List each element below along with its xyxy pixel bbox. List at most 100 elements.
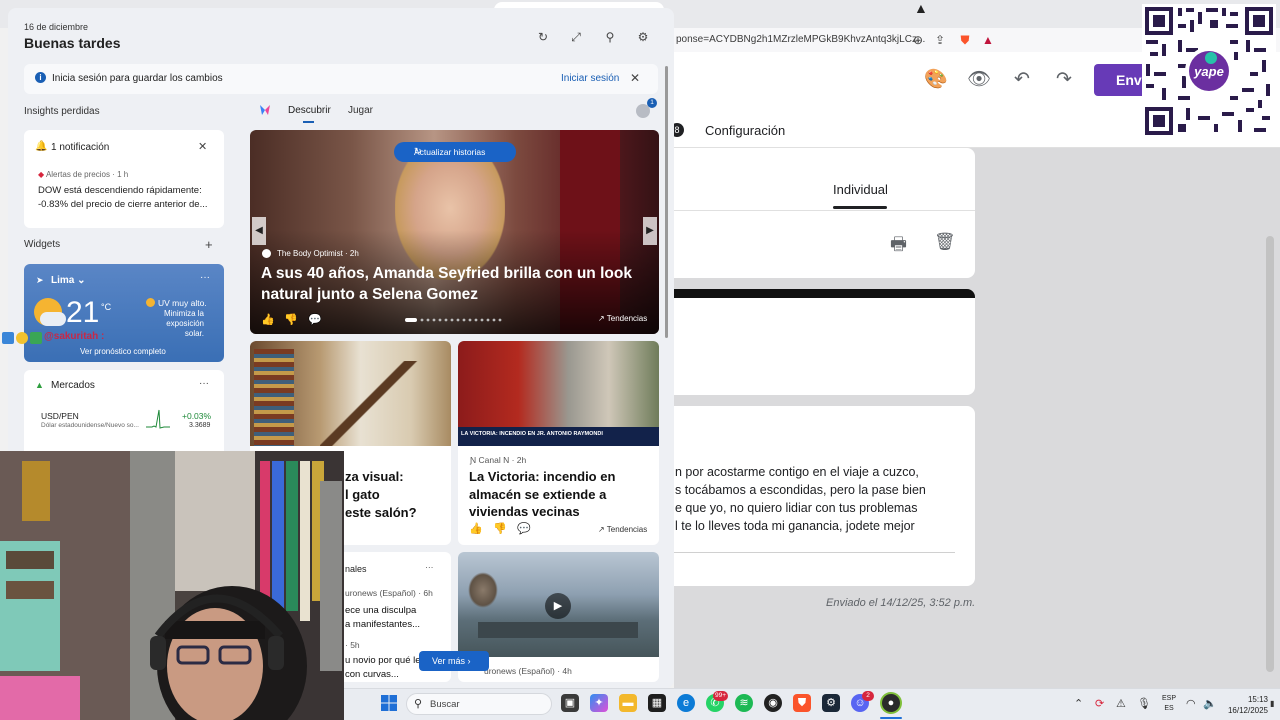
more-options-icon[interactable]: ··· (200, 272, 210, 283)
hero-source: The Body Optimist · 2h (277, 249, 359, 258)
insights-label: Insights perdidas (24, 106, 100, 117)
tray-chevron-icon[interactable]: ⌃ (1074, 697, 1083, 710)
staircase-shape (320, 361, 420, 446)
answer-underline (674, 552, 955, 553)
spotify-icon[interactable]: ≋ (735, 694, 753, 712)
zoom-icon[interactable]: ⊕ (910, 32, 926, 48)
tv-banner-text: LA VICTORIA: INCENDIO EN JR. ANTONIO RAY… (461, 431, 603, 437)
news-item-line[interactable]: con curvas... (345, 669, 399, 680)
share-icon[interactable]: ⇪ (932, 32, 948, 48)
carousel-prev-button[interactable]: ◀ (252, 217, 266, 245)
delete-icon[interactable]: 🗑 (934, 232, 956, 252)
notification-source-text: Alertas de precios · 1 h (45, 170, 129, 179)
news-item-line[interactable]: a manifestantes... (345, 619, 420, 630)
uv-sun-icon (146, 298, 155, 307)
webcam-overlay (0, 451, 344, 720)
news-title[interactable]: La Victoria: incendio en almacén se exti… (469, 468, 645, 521)
print-icon[interactable]: 🖶 (890, 232, 907, 262)
tab-discover[interactable]: Descubrir (288, 105, 331, 116)
avatar-badge: 1 (647, 98, 657, 108)
weather-location[interactable]: Lima ⌄ (51, 275, 86, 286)
palette-icon[interactable]: 🎨 (924, 68, 948, 92)
close-icon[interactable]: ✕ (630, 71, 640, 85)
stream-overlay-tag: @sakuritah : (2, 331, 152, 345)
chart-trend-icon: ▲ (35, 380, 44, 390)
carousel-next-button[interactable]: ▶ (643, 217, 657, 245)
edge-icon[interactable]: e (677, 694, 695, 712)
panel-scrollbar[interactable] (665, 66, 668, 338)
url-text[interactable]: ponse=ACYDBNg2h1MZrzleMPGkB9KhvzAntq3kjL… (676, 34, 925, 45)
signin-message: Inicia sesión para guardar los cambios (52, 73, 223, 84)
brave-shield-icon[interactable]: ⛊ (957, 32, 973, 48)
settings-gear-icon[interactable]: ⚙ (636, 30, 650, 44)
copilot-logo-icon (260, 105, 270, 115)
obs-icon[interactable]: ◉ (764, 694, 782, 712)
add-widget-icon[interactable]: + (205, 237, 213, 252)
yape-qr-code: yape (1142, 4, 1276, 138)
more-options-icon[interactable]: ··· (199, 378, 209, 389)
comment-icon[interactable]: 💬 (308, 313, 322, 326)
steam-icon[interactable]: ⚙ (822, 694, 840, 712)
language-indicator[interactable]: ESP ES (1162, 694, 1176, 714)
dislike-icon[interactable]: 👎 (493, 522, 507, 535)
dislike-icon[interactable]: 👎 (284, 313, 298, 326)
news-title-line[interactable]: l gato (345, 486, 380, 504)
play-video-icon[interactable]: ▶ (545, 593, 571, 619)
signin-link[interactable]: Iniciar sesión (561, 73, 619, 84)
task-view-icon[interactable]: ▣ (561, 694, 579, 712)
redo-icon[interactable]: ↷ (1052, 68, 1076, 92)
news-item-line[interactable]: ece una disculpa (345, 605, 416, 616)
wifi-icon[interactable]: ◠ (1186, 697, 1196, 710)
tab-settings[interactable]: Configuración (705, 123, 785, 138)
market-sparkline (146, 409, 170, 429)
tray-network-icon[interactable]: ⚠ (1116, 697, 1126, 710)
see-more-button[interactable]: Ver más › (419, 651, 489, 671)
refresh-icon[interactable]: ↻ (536, 30, 550, 44)
file-explorer-icon[interactable]: ▬ (619, 694, 637, 712)
like-icon[interactable]: 👍 (469, 522, 483, 535)
tab-active-indicator (303, 121, 314, 123)
undo-icon[interactable]: ↶ (1010, 68, 1034, 92)
carousel-pagination (405, 318, 502, 322)
trending-text: Tendencias (606, 314, 648, 323)
expand-icon[interactable]: ⤢ (569, 30, 583, 44)
more-options-icon[interactable]: ··· (425, 562, 434, 572)
overlay-icon (2, 332, 14, 344)
news-item-line[interactable]: u novio por qué le (345, 655, 421, 666)
overlay-icon (16, 332, 28, 344)
refresh-stories-button[interactable]: Actualizar historias (394, 142, 516, 162)
preview-eye-icon[interactable]: 👁 (967, 68, 991, 92)
tray-app-icon[interactable]: ⟳ (1095, 697, 1104, 710)
pin-icon[interactable]: ⚲ (603, 30, 617, 44)
trending-label: ↗ Tendencias (598, 525, 648, 534)
news-card-image (250, 341, 451, 446)
notification-center-icon[interactable]: ▮ (1270, 699, 1274, 708)
comment-icon[interactable]: 💬 (517, 522, 531, 535)
news-title-line[interactable]: za visual: (345, 468, 404, 486)
copilot-icon[interactable]: ✦ (590, 694, 608, 712)
store-icon[interactable]: ▦ (648, 694, 666, 712)
weather-location-text: Lima (51, 275, 75, 286)
tab-individual[interactable]: Individual (833, 182, 888, 197)
app-icon[interactable]: ● (882, 694, 900, 712)
see-more-label: Ver más (432, 656, 466, 666)
news-source: uronews (Español) · 6h (345, 588, 433, 598)
tab-play[interactable]: Jugar (348, 105, 373, 116)
like-icon[interactable]: 👍 (261, 313, 275, 326)
page-scrollbar[interactable] (1266, 236, 1274, 672)
microphone-icon[interactable]: 🎙 (1137, 697, 1151, 710)
hero-title[interactable]: A sus 40 años, Amanda Seyfried brilla co… (261, 263, 651, 305)
volume-icon[interactable]: 🔈 (1203, 697, 1217, 710)
news-title-line[interactable]: este salón? (345, 504, 417, 522)
windows-start-icon[interactable] (381, 695, 397, 711)
taskbar-clock[interactable]: 15:13 16/12/2025 (1224, 694, 1268, 716)
discord-badge: 2 (862, 691, 874, 701)
close-icon[interactable]: ✕ (198, 140, 207, 153)
panel-date: 16 de diciembre (24, 22, 89, 32)
mouse-cursor-icon: ▲ (914, 0, 928, 16)
trending-label: ↗ Tendencias (598, 314, 648, 323)
forecast-link[interactable]: Ver pronóstico completo (80, 347, 166, 356)
brave-icon[interactable]: ⛊ (793, 694, 811, 712)
taskbar-search-input[interactable] (406, 693, 552, 715)
brave-rewards-icon[interactable]: ▲ (980, 32, 996, 48)
